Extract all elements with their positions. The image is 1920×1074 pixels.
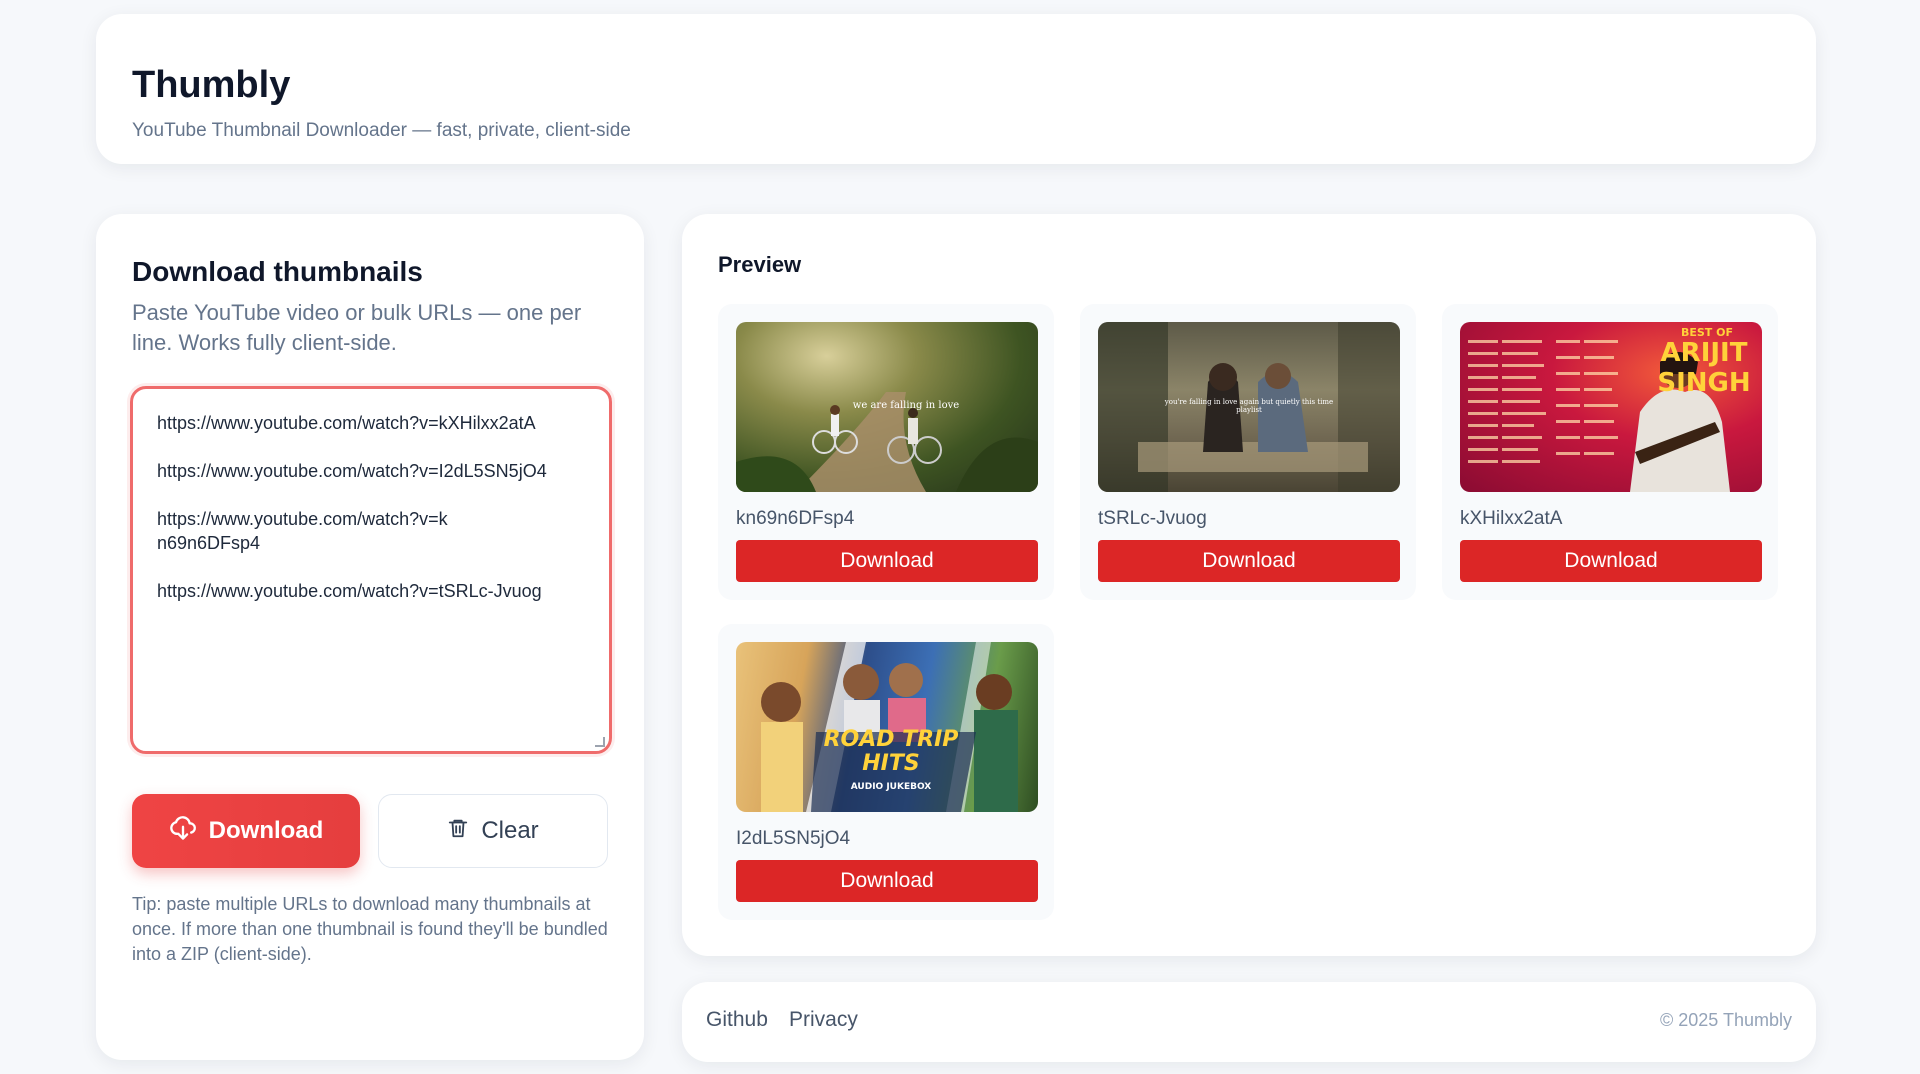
thumbnail-card: BEST OF ARIJIT SINGH kXHilxx2atA Downloa…: [1442, 304, 1778, 600]
preview-title: Preview: [718, 252, 802, 277]
thumbnail-image: ROAD TRIP HITS AUDIO JUKEBOX: [736, 642, 1038, 812]
app-subtitle: YouTube Thumbnail Downloader — fast, pri…: [132, 120, 631, 141]
thumbnail-card: we are falling in love kn69n6DFsp4 Downl…: [718, 304, 1054, 600]
thumbnail-overlay-title: HITS: [862, 751, 920, 776]
thumbnail-download-button[interactable]: Download: [736, 540, 1038, 582]
url-line: https://www.youtube.com/watch?v=I2dL5SN5…: [157, 461, 547, 481]
thumbnail-image: BEST OF ARIJIT SINGH: [1460, 322, 1762, 492]
thumbnail-overlay-small: AUDIO JUKEBOX: [850, 782, 932, 792]
clear-button-label: Clear: [481, 817, 539, 844]
download-button-label: Download: [208, 817, 324, 844]
thumbnail-image: we are falling in love: [736, 322, 1038, 492]
thumbnail-card: you're falling in love again but quietly…: [1080, 304, 1416, 600]
thumbnail-download-button[interactable]: Download: [1460, 540, 1762, 582]
download-button[interactable]: Download: [132, 794, 360, 868]
thumbnail-overlay-text: we are falling in love: [852, 400, 960, 411]
resize-handle[interactable]: [595, 737, 605, 747]
video-id: kXHilxx2atA: [1460, 508, 1563, 529]
thumbnail-overlay-title: ARIJIT SINGH: [1657, 338, 1751, 398]
footer: Github Privacy © 2025 Thumbly: [682, 982, 1816, 1062]
app-header: Thumbly YouTube Thumbnail Downloader — f…: [96, 14, 1816, 164]
thumbnail-card: ROAD TRIP HITS AUDIO JUKEBOX I2dL5SN5jO4…: [718, 624, 1054, 920]
thumbnail-overlay-title: ROAD TRIP: [823, 727, 959, 752]
thumbnail-download-button[interactable]: Download: [1098, 540, 1400, 582]
video-id: I2dL5SN5jO4: [736, 828, 851, 849]
privacy-link[interactable]: Privacy: [789, 1008, 858, 1032]
tip-text: Tip: paste multiple URLs to download man…: [132, 894, 608, 964]
copyright-text: © 2025 Thumbly: [1659, 1010, 1792, 1030]
cloud-download-icon: [169, 814, 197, 849]
form-title: Download thumbnails: [132, 256, 423, 287]
url-line: https://www.youtube.com/watch?v=kXHilxx2…: [157, 413, 536, 433]
url-line: https://www.youtube.com/watch?v=kn69n6DF…: [157, 509, 448, 553]
github-link[interactable]: Github: [706, 1008, 768, 1032]
thumbnail-image: you're falling in love again but quietly…: [1098, 322, 1400, 492]
url-textarea[interactable]: https://www.youtube.com/watch?v=kXHilxx2…: [130, 386, 612, 754]
trash-icon: [447, 817, 469, 846]
download-form-panel: Download thumbnails Paste YouTube video …: [96, 214, 644, 1060]
app-title: Thumbly: [132, 64, 291, 106]
url-line: https://www.youtube.com/watch?v=tSRLc-Jv…: [157, 581, 542, 601]
thumbnail-overlay-text: you're falling in love again but quietly…: [1164, 398, 1334, 414]
preview-panel: Preview we are falling in love kn69n6DFs…: [682, 214, 1816, 956]
clear-button[interactable]: Clear: [378, 794, 608, 868]
video-id: kn69n6DFsp4: [736, 508, 855, 529]
video-id: tSRLc-Jvuog: [1098, 508, 1207, 529]
thumbnail-download-button[interactable]: Download: [736, 860, 1038, 902]
form-description: Paste YouTube video or bulk URLs — one p…: [132, 300, 582, 355]
